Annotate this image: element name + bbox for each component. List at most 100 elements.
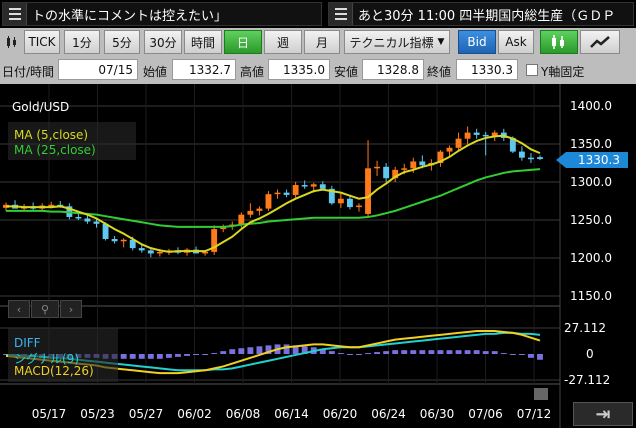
- bid-button[interactable]: Bid: [458, 30, 496, 54]
- candlestick-chart-button[interactable]: [540, 30, 578, 54]
- ohlc-info-row: 日付/時間 07/15 始値 1332.7 高値 1335.0 安値 1328.…: [0, 56, 636, 84]
- interval-1min-button[interactable]: 1分: [64, 30, 100, 54]
- macd-histogram-bar: [156, 354, 163, 359]
- macd-histogram-bar: [518, 354, 525, 355]
- open-label: 始値: [143, 65, 168, 79]
- x-axis-date-label: 07/06: [468, 407, 503, 421]
- candle-body: [283, 192, 290, 195]
- close-value: 1330.3: [456, 59, 518, 80]
- x-axis-date-label: 06/20: [323, 407, 358, 421]
- low-value: 1328.8: [362, 59, 424, 80]
- macd-histogram-bar: [202, 354, 209, 355]
- nav-left-icon[interactable]: ‹: [8, 300, 30, 318]
- macd-histogram-bar: [247, 347, 254, 354]
- macd-histogram-bar: [383, 351, 390, 354]
- candle-body: [337, 198, 344, 204]
- interval-hour-button[interactable]: 時間: [184, 30, 222, 54]
- candle-body: [301, 185, 308, 187]
- y-axis-tick-label: 1350.0: [570, 137, 612, 151]
- open-value: 1332.7: [172, 59, 236, 80]
- macd-histogram-bar: [165, 354, 172, 358]
- macd-histogram-bar: [365, 353, 371, 355]
- candle-body: [446, 147, 453, 152]
- candle-body: [238, 214, 245, 225]
- macd-histogram-bar: [175, 354, 181, 357]
- macd-histogram-bar: [500, 353, 507, 355]
- macd-histogram-bar: [437, 350, 444, 354]
- candle-body: [365, 168, 371, 214]
- ticker-item-2[interactable]: あと30分 11:00 四半期国内総生産（ＧＤＰ: [328, 2, 634, 26]
- candle-body: [111, 239, 118, 242]
- macd-legend: DIFF シグナル(9) MACD(12,26): [8, 328, 118, 382]
- macd-histogram-bar: [419, 350, 426, 354]
- candle-body: [292, 185, 299, 195]
- nav-right-icon[interactable]: ›: [60, 300, 82, 318]
- macd-histogram-bar: [491, 351, 498, 354]
- x-axis-date-label: 05/27: [129, 407, 164, 421]
- arrow-right-end-icon: ⇥: [595, 403, 611, 425]
- candle-body: [93, 221, 100, 224]
- ma25-legend-label: MA (25,close): [14, 143, 96, 157]
- y-axis-tick-label: 1250.0: [570, 213, 612, 227]
- macd-histogram-bar: [537, 354, 543, 360]
- macd-histogram-bar: [428, 350, 435, 354]
- ask-button[interactable]: Ask: [498, 30, 534, 54]
- candle-body: [84, 218, 91, 222]
- macd-histogram-bar: [356, 354, 362, 355]
- candle-body: [147, 250, 154, 254]
- x-axis-date-label: 06/24: [371, 407, 406, 421]
- ma25-line: [6, 168, 541, 228]
- macd-histogram-bar: [473, 350, 480, 354]
- interval-day-button[interactable]: 日: [224, 30, 262, 54]
- macd-tick-label: -27.112: [564, 373, 610, 387]
- interval-week-button[interactable]: 週: [264, 30, 302, 54]
- interval-tick-button[interactable]: TICK: [24, 30, 60, 54]
- date-label: 日付/時間: [2, 65, 55, 79]
- line-chart-icon: [590, 36, 610, 48]
- ticker-text: トの水準にコメントは控えたい」: [32, 8, 228, 24]
- y-axis-tick-label: 1200.0: [570, 251, 612, 265]
- y-axis-fix-checkbox[interactable]: [526, 64, 538, 76]
- macd-histogram-bar: [464, 350, 471, 354]
- macd-label: MACD(12,26): [14, 364, 94, 378]
- y-axis-fix-label: Y軸固定: [541, 65, 585, 79]
- candle-body: [482, 134, 489, 137]
- macd-histogram-bar: [410, 350, 417, 354]
- candle-body: [120, 239, 127, 242]
- scroll-to-latest-button[interactable]: ⇥: [573, 402, 633, 426]
- date-value: 07/15: [58, 59, 138, 80]
- candle-body: [156, 251, 163, 254]
- line-chart-button[interactable]: [580, 30, 620, 54]
- macd-histogram-bar: [446, 350, 453, 354]
- macd-histogram-bar: [392, 350, 399, 354]
- macd-histogram-bar: [528, 354, 534, 358]
- candle-body: [528, 157, 534, 160]
- y-axis-tick-label: 1300.0: [570, 175, 612, 189]
- x-axis-date-label: 06/02: [177, 407, 212, 421]
- interval-5min-button[interactable]: 5分: [104, 30, 140, 54]
- macd-histogram-bar: [337, 353, 344, 355]
- price-chart[interactable]: 1400.0 1350.0 1300.0 1250.0 1200.0 1150.0 27.1…: [0, 84, 636, 428]
- candlestick-chart-icon: [552, 35, 564, 49]
- ticker-item-1[interactable]: トの水準にコメントは控えたい」: [2, 2, 322, 26]
- high-value: 1335.0: [268, 59, 330, 80]
- candle-body: [274, 192, 281, 195]
- news-ticker: トの水準にコメントは控えたい」 あと30分 11:00 四半期国内総生産（ＧＤＰ: [0, 0, 636, 28]
- chart-toolbar: TICK 1分 5分 30分 時間 日 週 月 テクニカル指標 ▼ Bid As…: [0, 28, 636, 56]
- ticker-text: あと30分 11:00 四半期国内総生産（ＧＤＰ: [358, 8, 616, 24]
- x-axis-date-label: 06/08: [226, 407, 261, 421]
- hamburger-menu-icon[interactable]: [329, 3, 353, 25]
- y-axis-tick-label: 1150.0: [570, 289, 612, 303]
- chart-nav-controls: ‹ ⚲ ›: [8, 300, 88, 318]
- low-label: 安値: [334, 65, 359, 79]
- zoom-search-icon[interactable]: ⚲: [31, 300, 59, 318]
- hamburger-menu-icon[interactable]: [3, 3, 27, 25]
- candlestick-icon[interactable]: [2, 30, 22, 54]
- candle-body: [383, 166, 390, 179]
- technical-indicator-dropdown[interactable]: テクニカル指標 ▼: [344, 30, 450, 54]
- macd-histogram-bar: [211, 353, 218, 355]
- interval-30min-button[interactable]: 30分: [144, 30, 182, 54]
- macd-tick-label: 0: [586, 347, 594, 361]
- interval-month-button[interactable]: 月: [304, 30, 340, 54]
- macd-diff-label: DIFF: [14, 336, 41, 350]
